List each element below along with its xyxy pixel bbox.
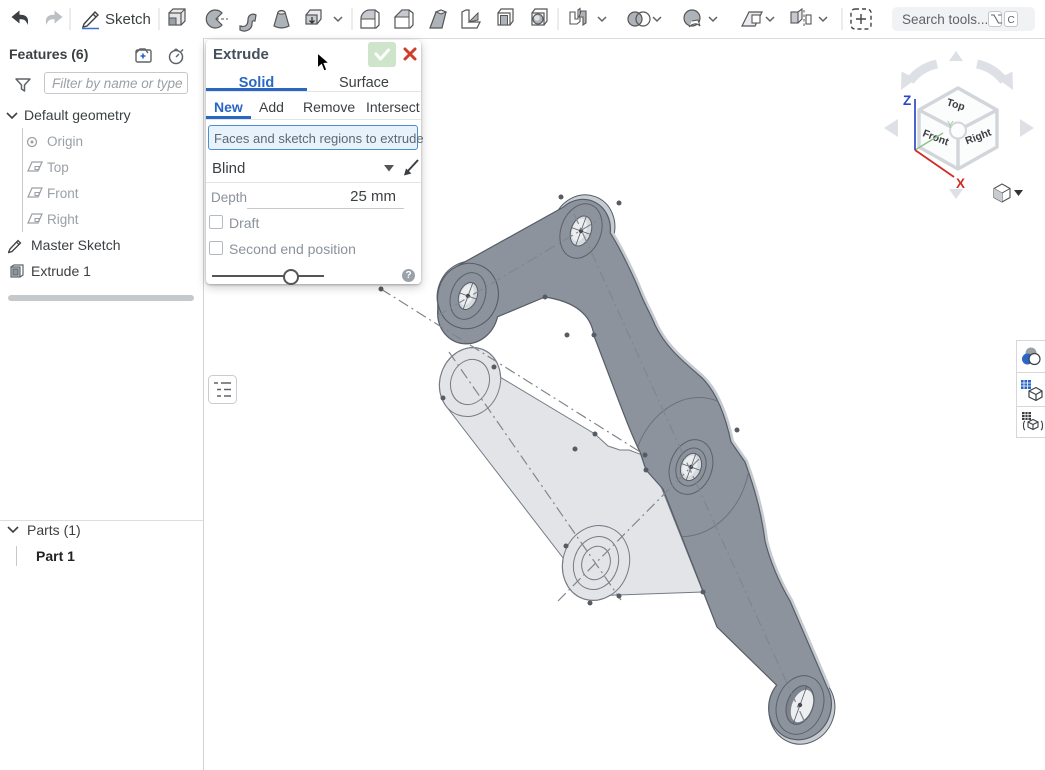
svg-text:Sketch: Sketch [105,11,151,28]
svg-text:X: X [956,176,965,191]
svg-text:C: C [1008,15,1015,26]
svg-text:Search tools...: Search tools... [902,12,988,27]
svg-text:Y: Y [947,120,954,131]
svg-text:Z: Z [903,93,911,108]
